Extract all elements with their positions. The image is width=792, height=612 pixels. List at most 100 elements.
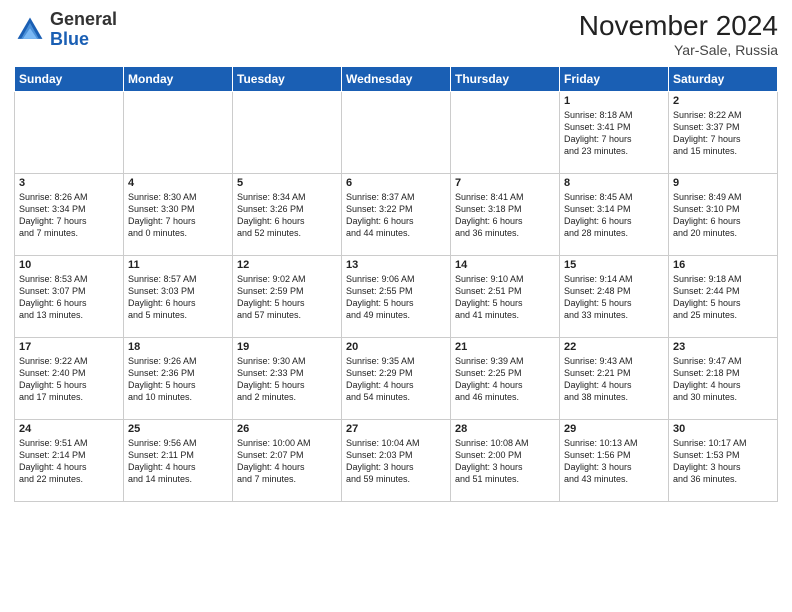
day-info: Sunrise: 9:39 AM Sunset: 2:25 PM Dayligh…	[455, 355, 555, 404]
day-info: Sunrise: 10:04 AM Sunset: 2:03 PM Daylig…	[346, 437, 446, 486]
day-number: 22	[564, 341, 664, 353]
day-number: 18	[128, 341, 228, 353]
calendar-week-2: 3Sunrise: 8:26 AM Sunset: 3:34 PM Daylig…	[15, 174, 778, 256]
day-number: 12	[237, 259, 337, 271]
location: Yar-Sale, Russia	[579, 42, 778, 58]
day-info: Sunrise: 8:57 AM Sunset: 3:03 PM Dayligh…	[128, 273, 228, 322]
day-info: Sunrise: 8:34 AM Sunset: 3:26 PM Dayligh…	[237, 191, 337, 240]
day-number: 28	[455, 423, 555, 435]
day-number: 8	[564, 177, 664, 189]
day-number: 20	[346, 341, 446, 353]
calendar-cell	[124, 92, 233, 174]
calendar-header-wednesday: Wednesday	[342, 67, 451, 92]
day-number: 10	[19, 259, 119, 271]
day-number: 27	[346, 423, 446, 435]
day-info: Sunrise: 9:02 AM Sunset: 2:59 PM Dayligh…	[237, 273, 337, 322]
day-info: Sunrise: 8:49 AM Sunset: 3:10 PM Dayligh…	[673, 191, 773, 240]
title-block: November 2024 Yar-Sale, Russia	[579, 10, 778, 58]
day-info: Sunrise: 9:10 AM Sunset: 2:51 PM Dayligh…	[455, 273, 555, 322]
calendar-week-5: 24Sunrise: 9:51 AM Sunset: 2:14 PM Dayli…	[15, 420, 778, 502]
page: General Blue November 2024 Yar-Sale, Rus…	[0, 0, 792, 612]
calendar-cell: 24Sunrise: 9:51 AM Sunset: 2:14 PM Dayli…	[15, 420, 124, 502]
calendar-cell: 10 Sunrise: 8:53 AM Sunset: 3:07 PM Dayli…	[15, 256, 124, 338]
calendar-cell: 9 Sunrise: 8:49 AM Sunset: 3:10 PM Daylig…	[669, 174, 778, 256]
day-info: Sunrise: 9:51 AM Sunset: 2:14 PM Dayligh…	[19, 437, 119, 486]
calendar-cell: 2 Sunrise: 8:22 AM Sunset: 3:37 PM Daylig…	[669, 92, 778, 174]
calendar-cell: 19 Sunrise: 9:30 AM Sunset: 2:33 PM Dayli…	[233, 338, 342, 420]
day-info: Sunrise: 9:30 AM Sunset: 2:33 PM Dayligh…	[237, 355, 337, 404]
calendar-cell: 23 Sunrise: 9:47 AM Sunset: 2:18 PM Dayli…	[669, 338, 778, 420]
calendar-week-4: 17 Sunrise: 9:22 AM Sunset: 2:40 PM Dayli…	[15, 338, 778, 420]
day-number: 26	[237, 423, 337, 435]
logo-icon	[14, 14, 46, 46]
calendar-cell	[342, 92, 451, 174]
day-number: 1	[564, 95, 664, 107]
day-info: Sunrise: 8:22 AM Sunset: 3:37 PM Dayligh…	[673, 109, 773, 158]
day-number: 23	[673, 341, 773, 353]
calendar-cell: 5 Sunrise: 8:34 AM Sunset: 3:26 PM Daylig…	[233, 174, 342, 256]
day-number: 9	[673, 177, 773, 189]
day-info: Sunrise: 8:41 AM Sunset: 3:18 PM Dayligh…	[455, 191, 555, 240]
day-info: Sunrise: 9:56 AM Sunset: 2:11 PM Dayligh…	[128, 437, 228, 486]
day-number: 13	[346, 259, 446, 271]
calendar-cell: 21 Sunrise: 9:39 AM Sunset: 2:25 PM Dayli…	[451, 338, 560, 420]
calendar-header-saturday: Saturday	[669, 67, 778, 92]
day-info: Sunrise: 9:18 AM Sunset: 2:44 PM Dayligh…	[673, 273, 773, 322]
day-number: 17	[19, 341, 119, 353]
header: General Blue November 2024 Yar-Sale, Rus…	[14, 10, 778, 58]
logo-text: General Blue	[50, 10, 117, 50]
calendar-header-tuesday: Tuesday	[233, 67, 342, 92]
calendar-cell: 22 Sunrise: 9:43 AM Sunset: 2:21 PM Dayli…	[560, 338, 669, 420]
calendar-header-sunday: Sunday	[15, 67, 124, 92]
day-info: Sunrise: 10:08 AM Sunset: 2:00 PM Daylig…	[455, 437, 555, 486]
calendar-cell: 3Sunrise: 8:26 AM Sunset: 3:34 PM Daylig…	[15, 174, 124, 256]
month-title: November 2024	[579, 10, 778, 42]
calendar-cell: 27 Sunrise: 10:04 AM Sunset: 2:03 PM Dayl…	[342, 420, 451, 502]
calendar-cell: 11 Sunrise: 8:57 AM Sunset: 3:03 PM Dayli…	[124, 256, 233, 338]
calendar-cell	[15, 92, 124, 174]
calendar-header-thursday: Thursday	[451, 67, 560, 92]
day-number: 16	[673, 259, 773, 271]
day-info: Sunrise: 10:17 AM Sunset: 1:53 PM Daylig…	[673, 437, 773, 486]
day-number: 2	[673, 95, 773, 107]
day-info: Sunrise: 9:26 AM Sunset: 2:36 PM Dayligh…	[128, 355, 228, 404]
calendar-cell: 20 Sunrise: 9:35 AM Sunset: 2:29 PM Dayli…	[342, 338, 451, 420]
calendar-cell: 30Sunrise: 10:17 AM Sunset: 1:53 PM Dayl…	[669, 420, 778, 502]
calendar-header-friday: Friday	[560, 67, 669, 92]
calendar-cell: 16 Sunrise: 9:18 AM Sunset: 2:44 PM Dayli…	[669, 256, 778, 338]
day-info: Sunrise: 9:06 AM Sunset: 2:55 PM Dayligh…	[346, 273, 446, 322]
calendar: SundayMondayTuesdayWednesdayThursdayFrid…	[14, 66, 778, 502]
day-number: 5	[237, 177, 337, 189]
day-info: Sunrise: 8:18 AM Sunset: 3:41 PM Dayligh…	[564, 109, 664, 158]
day-info: Sunrise: 8:45 AM Sunset: 3:14 PM Dayligh…	[564, 191, 664, 240]
calendar-week-3: 10 Sunrise: 8:53 AM Sunset: 3:07 PM Dayli…	[15, 256, 778, 338]
day-number: 19	[237, 341, 337, 353]
day-info: Sunrise: 9:14 AM Sunset: 2:48 PM Dayligh…	[564, 273, 664, 322]
day-number: 21	[455, 341, 555, 353]
calendar-cell: 13 Sunrise: 9:06 AM Sunset: 2:55 PM Dayli…	[342, 256, 451, 338]
day-info: Sunrise: 8:53 AM Sunset: 3:07 PM Dayligh…	[19, 273, 119, 322]
calendar-cell	[451, 92, 560, 174]
calendar-cell: 8 Sunrise: 8:45 AM Sunset: 3:14 PM Daylig…	[560, 174, 669, 256]
day-number: 25	[128, 423, 228, 435]
day-number: 11	[128, 259, 228, 271]
calendar-cell: 4Sunrise: 8:30 AM Sunset: 3:30 PM Daylig…	[124, 174, 233, 256]
day-number: 15	[564, 259, 664, 271]
day-info: Sunrise: 9:22 AM Sunset: 2:40 PM Dayligh…	[19, 355, 119, 404]
calendar-header-row: SundayMondayTuesdayWednesdayThursdayFrid…	[15, 67, 778, 92]
calendar-cell: 17 Sunrise: 9:22 AM Sunset: 2:40 PM Dayli…	[15, 338, 124, 420]
logo: General Blue	[14, 10, 117, 50]
calendar-cell	[233, 92, 342, 174]
day-info: Sunrise: 9:47 AM Sunset: 2:18 PM Dayligh…	[673, 355, 773, 404]
calendar-cell: 26Sunrise: 10:00 AM Sunset: 2:07 PM Dayl…	[233, 420, 342, 502]
calendar-cell: 7 Sunrise: 8:41 AM Sunset: 3:18 PM Daylig…	[451, 174, 560, 256]
day-info: Sunrise: 9:43 AM Sunset: 2:21 PM Dayligh…	[564, 355, 664, 404]
calendar-cell: 14Sunrise: 9:10 AM Sunset: 2:51 PM Dayli…	[451, 256, 560, 338]
day-number: 3	[19, 177, 119, 189]
day-info: Sunrise: 9:35 AM Sunset: 2:29 PM Dayligh…	[346, 355, 446, 404]
day-number: 7	[455, 177, 555, 189]
calendar-cell: 25 Sunrise: 9:56 AM Sunset: 2:11 PM Dayli…	[124, 420, 233, 502]
calendar-cell: 12 Sunrise: 9:02 AM Sunset: 2:59 PM Dayli…	[233, 256, 342, 338]
calendar-cell: 1 Sunrise: 8:18 AM Sunset: 3:41 PM Daylig…	[560, 92, 669, 174]
day-number: 4	[128, 177, 228, 189]
